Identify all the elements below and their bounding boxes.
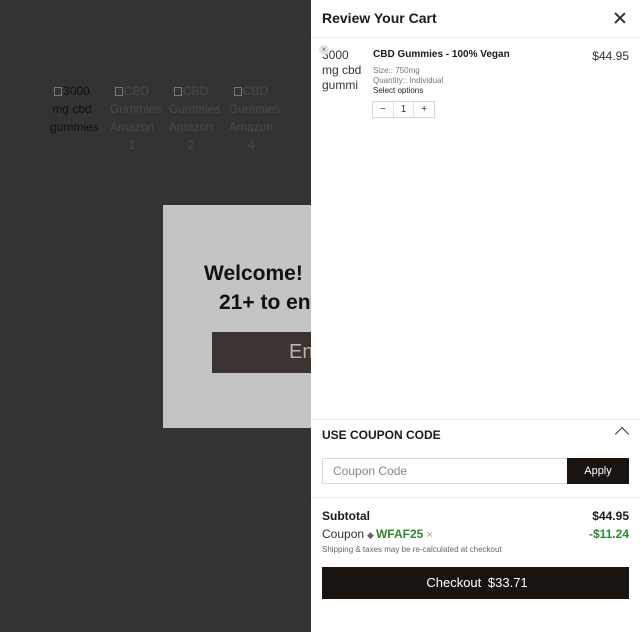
coupon-label: Coupon (322, 527, 365, 541)
broken-image-icon (233, 87, 242, 96)
subtotal-label: Subtotal (322, 509, 370, 523)
divider (311, 37, 640, 38)
divider (311, 497, 640, 498)
broken-image-icon (54, 87, 63, 96)
close-icon[interactable] (612, 10, 628, 26)
quantity-value[interactable]: 1 (392, 102, 415, 117)
checkout-button[interactable]: Checkout $33.71 (322, 567, 629, 599)
broken-image-icon (114, 87, 123, 96)
apply-coupon-button[interactable]: Apply (567, 458, 629, 484)
checkout-amount: $33.71 (487, 575, 528, 590)
divider (311, 419, 640, 420)
coupon-code: WFAF25 (375, 527, 424, 541)
checkout-label: Checkout (426, 575, 482, 590)
select-options-link[interactable]: Select options (373, 86, 423, 95)
cart-title: Review Your Cart (322, 10, 437, 26)
quantity-stepper: − 1 + (372, 101, 435, 118)
subtotal-value: $44.95 (592, 509, 629, 523)
coupon-section-heading[interactable]: USE COUPON CODE (322, 428, 441, 442)
cart-item-price: $44.95 (592, 49, 629, 63)
increment-button[interactable]: + (414, 102, 434, 117)
decrement-button[interactable]: − (373, 102, 393, 117)
tag-icon: ◆ (367, 530, 374, 540)
cart-item-image: 3000 mg cbd gummi (322, 48, 362, 92)
cart-drawer: Review Your Cart 3000 mg cbd gummi × CBD… (311, 0, 640, 632)
product-thumbnail-1[interactable]: 3000 mg cbd gummies (50, 82, 99, 136)
shipping-note: Shipping & taxes may be re-calculated at… (322, 545, 502, 554)
product-thumbnail-4[interactable]: CBD Gummies Amazon 4 (229, 82, 280, 154)
chevron-up-icon[interactable] (614, 426, 630, 442)
cart-item-quantity-type: Quantity:: Individual (373, 76, 444, 85)
cart-item-name[interactable]: CBD Gummies - 100% Vegan (373, 49, 510, 60)
coupon-code-input[interactable] (322, 458, 567, 484)
broken-image-icon (173, 87, 182, 96)
remove-item-icon[interactable]: × (319, 45, 329, 55)
product-thumbnail-3[interactable]: CBD Gummies Amazon 2 (169, 82, 220, 154)
cart-item-size: Size:: 750mg (373, 66, 420, 75)
remove-coupon-icon[interactable]: × (426, 529, 432, 541)
coupon-discount-value: -$11.24 (588, 527, 629, 541)
applied-coupon: Coupon ◆ WFAF25 × (322, 527, 433, 541)
product-thumbnail-2[interactable]: CBD Gummies Amazon 1 (110, 82, 161, 154)
